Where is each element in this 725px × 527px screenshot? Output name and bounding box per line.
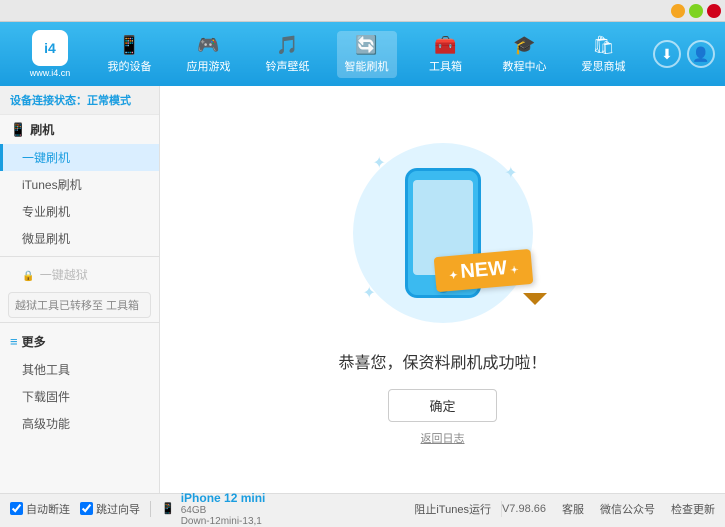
device-storage: 64GB xyxy=(181,505,266,516)
main-layout: 设备连接状态：正常模式 📱 刷机 一键刷机 iTunes刷机 专业刷机 微显刷机… xyxy=(0,86,725,493)
status-label: 设备连接状态： xyxy=(10,95,87,107)
header-actions: ⬇ 👤 xyxy=(653,40,715,68)
sidebar-item-itunes-flash[interactable]: iTunes刷机 xyxy=(0,171,159,198)
nav-store[interactable]: 🛍 爱思商城 xyxy=(574,31,634,78)
sidebar-item-one-click-flash[interactable]: 一键刷机 xyxy=(0,144,159,171)
flash-section-header: 📱 刷机 xyxy=(0,115,159,144)
toolbox-label: 工具箱 xyxy=(429,58,462,74)
version-label: V7.98.66 xyxy=(502,503,546,515)
sidebar-item-jailbreak-disabled: 🔒 一键越狱 xyxy=(0,261,159,288)
more-section-label: 更多 xyxy=(22,333,46,350)
sidebar-item-advanced[interactable]: 高级功能 xyxy=(0,410,159,437)
toolbox-icon: 🧰 xyxy=(434,35,456,56)
new-badge: NEW xyxy=(434,249,534,292)
store-icon: 🛍 xyxy=(592,35,615,56)
skip-wizard-label: 跳过向导 xyxy=(96,501,140,517)
phone-illustration: ✦ ✦ ✦ NEW xyxy=(343,133,543,333)
sidebar-item-wipe-flash[interactable]: 微显刷机 xyxy=(0,225,159,252)
success-message: 恭喜您，保资料刷机成功啦！ xyxy=(338,349,546,373)
device-details-row: iPhone 12 mini 64GB Down-12mini-13,1 xyxy=(181,491,266,527)
ribbon-right xyxy=(535,293,547,305)
apps-label: 应用游戏 xyxy=(187,58,231,74)
status-value: 正常模式 xyxy=(87,95,131,107)
device-phone-icon: 📱 xyxy=(161,502,175,515)
tutorials-label: 教程中心 xyxy=(503,58,547,74)
wechat-official-link[interactable]: 微信公众号 xyxy=(600,501,655,517)
lock-icon: 🔒 xyxy=(22,271,34,282)
nav-wallpaper[interactable]: 🎵 铃声壁纸 xyxy=(258,31,318,78)
sparkle-top-left: ✦ xyxy=(373,153,386,173)
account-button[interactable]: 👤 xyxy=(687,40,715,68)
bottom-divider xyxy=(150,501,151,517)
jailbreak-notice: 越狱工具已转移至 工具箱 xyxy=(8,292,151,318)
minimize-button[interactable] xyxy=(671,4,685,18)
nav-smart-flash[interactable]: 🔄 智能刷机 xyxy=(337,31,397,78)
main-content: ✦ ✦ ✦ NEW 恭喜您，保资料刷机成功啦！ 确定 返回日志 xyxy=(160,86,725,493)
nav-my-device[interactable]: 📱 我的设备 xyxy=(100,31,160,78)
connection-status: 设备连接状态：正常模式 xyxy=(0,86,159,115)
sidebar-divider-1 xyxy=(0,256,159,257)
confirm-button[interactable]: 确定 xyxy=(388,389,496,422)
download-button[interactable]: ⬇ xyxy=(653,40,681,68)
nav-tutorials[interactable]: 🎓 教程中心 xyxy=(495,31,555,78)
device-info: 📱 iPhone 12 mini 64GB Down-12mini-13,1 xyxy=(161,491,265,527)
auto-disconnect-label: 自动断连 xyxy=(26,501,70,517)
back-to-log-link[interactable]: 返回日志 xyxy=(421,430,465,446)
nav-toolbox[interactable]: 🧰 工具箱 xyxy=(416,31,476,78)
maximize-button[interactable] xyxy=(689,4,703,18)
title-bar xyxy=(0,0,725,22)
sidebar-item-pro-flash[interactable]: 专业刷机 xyxy=(0,198,159,225)
bottom-right: V7.98.66 客服 微信公众号 检查更新 xyxy=(502,501,715,517)
sidebar: 设备连接状态：正常模式 📱 刷机 一键刷机 iTunes刷机 专业刷机 微显刷机… xyxy=(0,86,160,493)
store-label: 爱思商城 xyxy=(582,58,626,74)
header: i4 www.i4.cn 📱 我的设备 🎮 应用游戏 🎵 铃声壁纸 🔄 智能刷机… xyxy=(0,22,725,86)
more-section-header: ≡ 更多 xyxy=(0,327,159,356)
logo-icon: i4 xyxy=(32,30,68,66)
more-section-icon: ≡ xyxy=(10,334,18,349)
ribbon-left xyxy=(523,293,535,305)
auto-disconnect-input[interactable] xyxy=(10,502,23,515)
stop-itunes: 阻止iTunes运行 xyxy=(414,501,502,517)
sparkle-bottom-left: ✦ xyxy=(363,283,376,303)
my-device-label: 我的设备 xyxy=(108,58,152,74)
close-button[interactable] xyxy=(707,4,721,18)
flash-section-label: 刷机 xyxy=(30,121,54,138)
device-model: Down-12mini-13,1 xyxy=(181,516,266,527)
nav-apps[interactable]: 🎮 应用游戏 xyxy=(179,31,239,78)
bottom-bar: 自动断连 跳过向导 📱 iPhone 12 mini 64GB Down-12m… xyxy=(0,493,725,523)
auto-disconnect-checkbox[interactable]: 自动断连 xyxy=(10,501,70,517)
my-device-icon: 📱 xyxy=(118,35,140,56)
logo-subtext: www.i4.cn xyxy=(30,68,71,78)
smart-flash-icon: 🔄 xyxy=(355,35,377,56)
logo: i4 www.i4.cn xyxy=(10,30,90,78)
wallpaper-icon: 🎵 xyxy=(276,35,298,56)
smart-flash-label: 智能刷机 xyxy=(345,58,389,74)
sidebar-item-other-tools[interactable]: 其他工具 xyxy=(0,356,159,383)
bottom-left: 自动断连 跳过向导 📱 iPhone 12 mini 64GB Down-12m… xyxy=(10,491,414,527)
nav-bar: 📱 我的设备 🎮 应用游戏 🎵 铃声壁纸 🔄 智能刷机 🧰 工具箱 🎓 教程中心… xyxy=(90,31,643,78)
sidebar-item-download-firmware[interactable]: 下载固件 xyxy=(0,383,159,410)
check-update-link[interactable]: 检查更新 xyxy=(671,501,715,517)
tutorials-icon: 🎓 xyxy=(513,35,535,56)
sparkle-top-right: ✦ xyxy=(504,163,517,183)
stop-itunes-label: 阻止iTunes运行 xyxy=(414,501,491,517)
customer-service-link[interactable]: 客服 xyxy=(562,501,584,517)
skip-wizard-input[interactable] xyxy=(80,502,93,515)
wallpaper-label: 铃声壁纸 xyxy=(266,58,310,74)
sidebar-divider-2 xyxy=(0,322,159,323)
skip-wizard-checkbox[interactable]: 跳过向导 xyxy=(80,501,140,517)
flash-section-icon: 📱 xyxy=(10,122,26,138)
apps-icon: 🎮 xyxy=(197,35,219,56)
